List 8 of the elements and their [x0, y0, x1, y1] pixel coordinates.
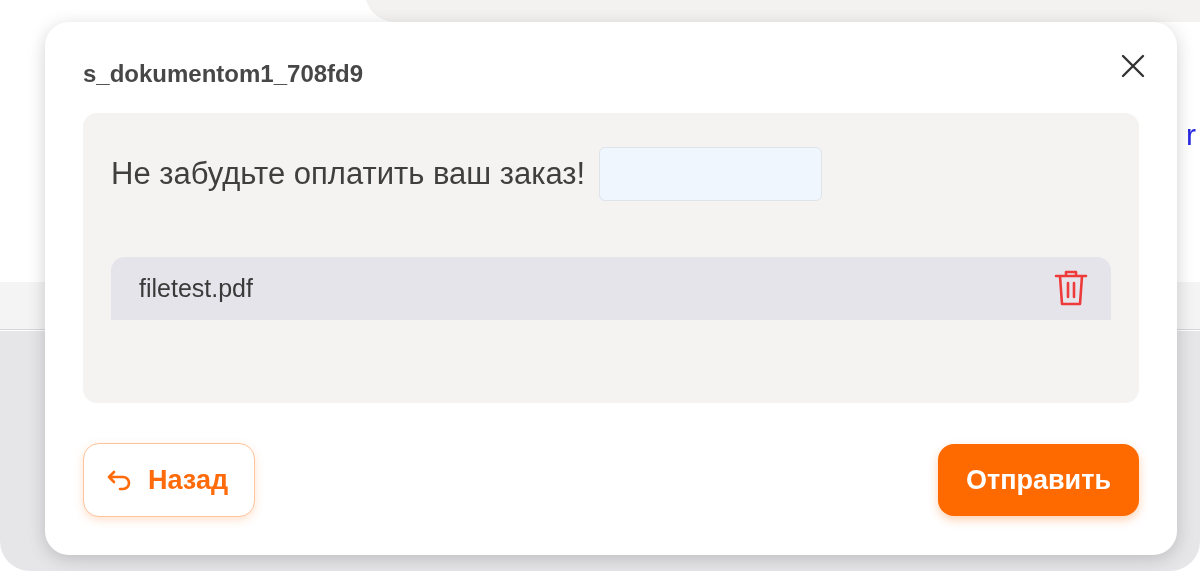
send-button[interactable]: Отправить: [937, 444, 1139, 516]
dialog-title: s_dokumentom1_708fd9: [83, 60, 364, 89]
back-arrow-icon: [106, 469, 132, 491]
link-text[interactable]: r: [1186, 112, 1196, 157]
message-text: Не забудьте оплатить ваш заказ!: [111, 154, 586, 193]
file-name: filetest.pdf: [139, 272, 253, 304]
close-icon[interactable]: [1119, 52, 1147, 80]
back-button[interactable]: Назад: [83, 443, 256, 517]
